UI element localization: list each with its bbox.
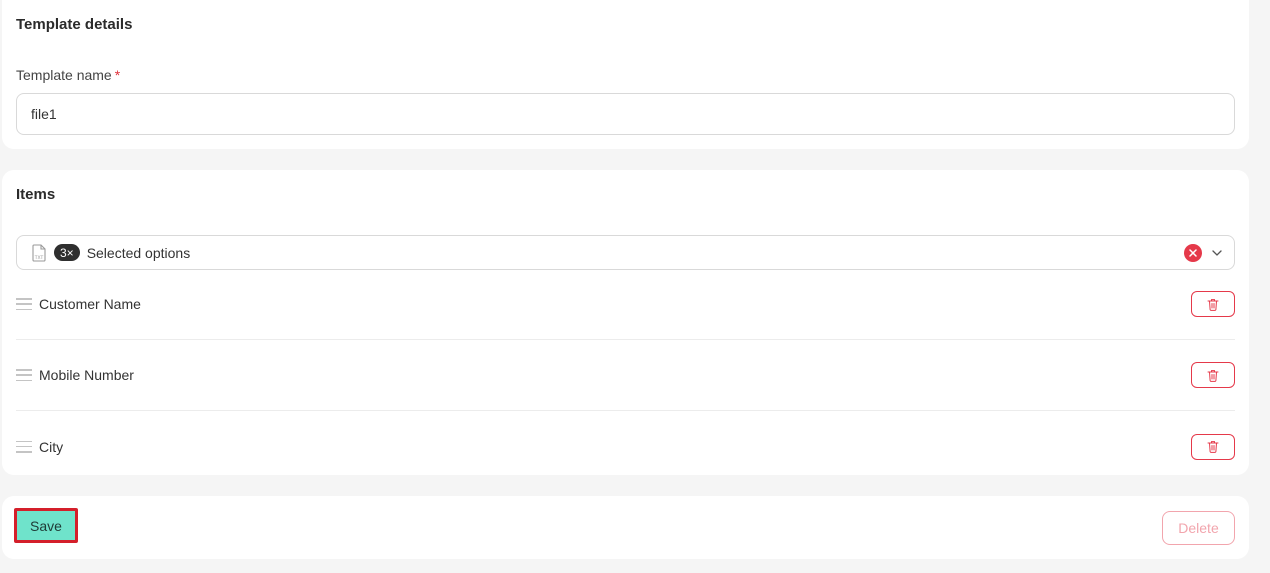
template-name-label: Template name * bbox=[16, 67, 120, 83]
trash-icon bbox=[1207, 441, 1219, 453]
items-multiselect[interactable]: TXT 3× Selected options bbox=[16, 235, 1235, 270]
selected-options-text: Selected options bbox=[86, 244, 191, 261]
template-details-card: Template details Template name * bbox=[2, 0, 1249, 149]
drag-handle-icon[interactable] bbox=[16, 440, 32, 453]
clear-x-icon[interactable] bbox=[1184, 243, 1202, 262]
items-card: Items TXT 3× Selected options Customer N… bbox=[2, 170, 1249, 475]
drag-handle-icon[interactable] bbox=[16, 369, 32, 381]
save-button[interactable]: Save bbox=[14, 508, 78, 543]
svg-text:TXT: TXT bbox=[34, 255, 44, 261]
template-details-title: Template details bbox=[16, 16, 133, 33]
list-item: Customer Name bbox=[16, 269, 1235, 340]
item-label: Mobile Number bbox=[39, 367, 134, 383]
trash-icon bbox=[1207, 298, 1219, 311]
delete-template-button[interactable]: Delete bbox=[1162, 511, 1235, 545]
template-editor-page: Template details Template name* Items TX… bbox=[0, 0, 1270, 573]
items-title: Items bbox=[16, 186, 56, 203]
item-label: City bbox=[39, 438, 64, 455]
list-item: Mobile Number bbox=[16, 340, 1235, 411]
item-label: Customer Name bbox=[39, 296, 141, 312]
delete-item-button[interactable] bbox=[1191, 433, 1235, 460]
delete-item-button[interactable] bbox=[1191, 291, 1235, 317]
txt-file-icon: TXT bbox=[31, 243, 47, 262]
chevron-down-icon[interactable] bbox=[1210, 246, 1224, 260]
template-name-input[interactable] bbox=[16, 93, 1235, 135]
template-name-label-text: Template name bbox=[16, 67, 112, 83]
actions-card: Save Delete bbox=[2, 496, 1249, 559]
list-item: City bbox=[16, 411, 1235, 482]
required-marker: * bbox=[114, 67, 121, 83]
selected-count-badge: 3× bbox=[54, 244, 80, 261]
delete-item-button[interactable] bbox=[1191, 362, 1235, 388]
drag-handle-icon[interactable] bbox=[16, 298, 32, 310]
trash-icon bbox=[1207, 369, 1219, 382]
